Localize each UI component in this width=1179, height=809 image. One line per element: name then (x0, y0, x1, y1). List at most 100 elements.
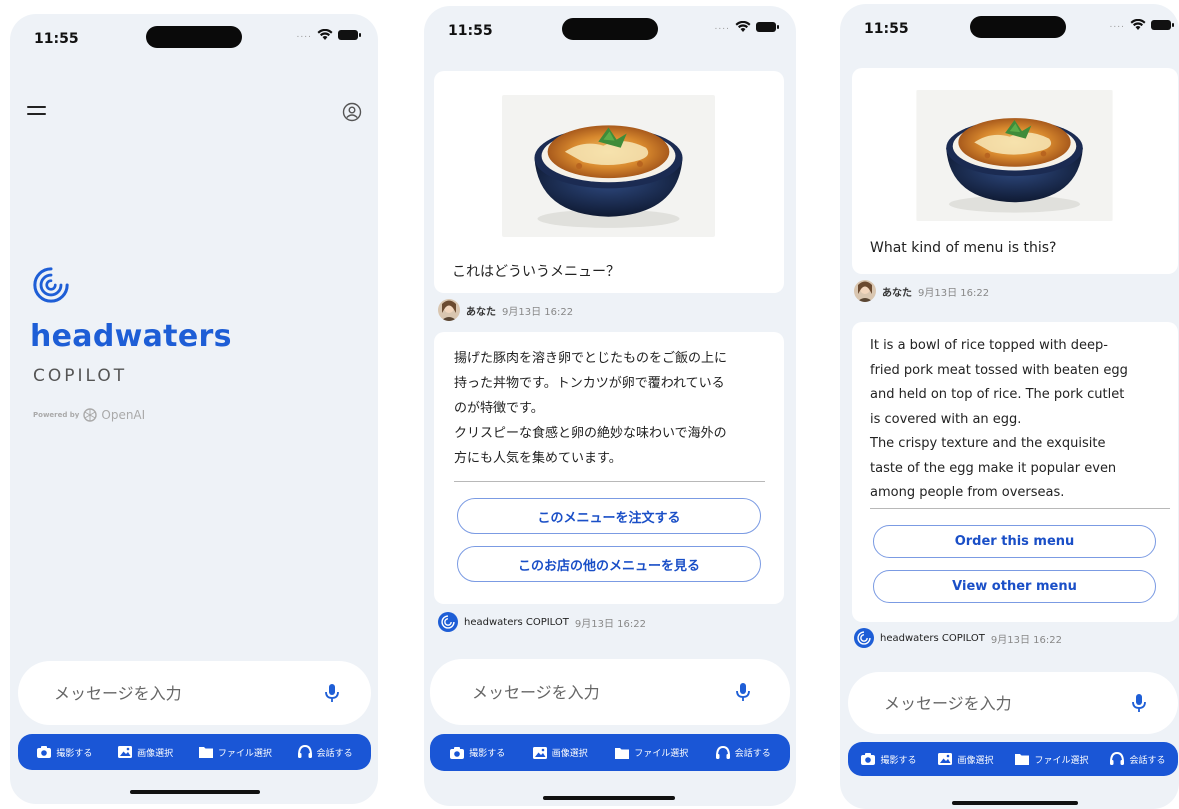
status-icons: .... (1109, 19, 1174, 31)
view-other-menu-button[interactable]: View other menu (873, 570, 1156, 603)
signal-dots: .... (714, 22, 730, 32)
status-bar: 11:55 .... (840, 4, 1179, 54)
headwaters-logo-icon (441, 615, 455, 629)
user-message-card: What kind of menu is this? (852, 68, 1178, 274)
headset-icon (1110, 752, 1125, 765)
status-icons: .... (714, 21, 779, 33)
openai-label: OpenAI (101, 408, 146, 422)
folder-icon (1015, 754, 1030, 765)
dynamic-island (970, 16, 1066, 38)
camera-button-label: 撮影する (56, 748, 93, 759)
home-indicator (130, 790, 260, 794)
phone-screen-home: 11:55 .... headwaters COPILOT Powered by… (10, 14, 378, 804)
user-message-text: これはどういうメニュー？ (452, 264, 620, 280)
action-toolbar: 撮影する 画像選択 ファイル選択 会話する (430, 734, 790, 771)
image-select-button[interactable]: 画像選択 (937, 752, 994, 766)
katsudon-photo[interactable] (916, 90, 1113, 221)
camera-button-label: 撮影する (880, 755, 917, 766)
status-time: 11:55 (864, 21, 909, 37)
camera-button[interactable]: 撮影する (36, 745, 92, 759)
camera-button-label: 撮影する (469, 749, 506, 759)
status-time: 11:55 (34, 31, 79, 47)
message-input[interactable] (472, 682, 734, 702)
dynamic-island (146, 26, 242, 48)
battery-icon (756, 22, 779, 32)
signal-dots: .... (1109, 20, 1125, 30)
file-select-button[interactable]: ファイル選択 (614, 746, 688, 760)
home-indicator (543, 796, 675, 800)
file-select-button-label: ファイル選択 (634, 749, 689, 759)
image-icon (532, 746, 547, 759)
conversation-button[interactable]: 会話する (1109, 752, 1166, 766)
dynamic-island (562, 18, 658, 40)
user-message-time: 9月13日 16:22 (502, 306, 574, 318)
battery-icon (338, 30, 361, 40)
user-name: あなた (882, 287, 912, 299)
image-select-button[interactable]: 画像選択 (117, 745, 173, 759)
conversation-button-label: 会話する (316, 748, 353, 759)
status-icons: .... (296, 29, 361, 41)
camera-icon (861, 753, 876, 765)
answer-divider (870, 508, 1170, 509)
conversation-button-label: 会話する (734, 749, 771, 759)
image-icon (118, 746, 133, 758)
camera-button[interactable]: 撮影する (860, 752, 917, 766)
camera-icon (37, 746, 52, 758)
answer-divider (454, 481, 765, 482)
message-input-bar (430, 659, 790, 725)
bot-avatar (854, 628, 874, 648)
action-toolbar: 撮影する 画像選択 ファイル選択 会話する (848, 742, 1178, 776)
status-bar: 11:55 .... (424, 6, 796, 56)
file-select-button-label: ファイル選択 (1034, 755, 1089, 766)
image-icon (938, 753, 953, 765)
image-select-button-label: 画像選択 (137, 748, 174, 759)
signal-dots: .... (296, 30, 312, 40)
camera-button[interactable]: 撮影する (449, 746, 505, 760)
wifi-icon (1130, 19, 1146, 30)
phone-screen-chat-ja: 11:55 .... これはどういうメニュー？ あなた 9月13日 16:22 … (424, 6, 796, 806)
user-name: あなた (466, 306, 496, 318)
microphone-icon[interactable] (1130, 693, 1148, 713)
user-avatar (438, 299, 460, 321)
conversation-button[interactable]: 会話する (297, 745, 353, 759)
file-select-button[interactable]: ファイル選択 (1014, 752, 1089, 766)
order-menu-button[interactable]: このメニューを注文する (457, 498, 761, 534)
view-other-menu-button[interactable]: このお店の他のメニューを見る (457, 546, 761, 582)
home-indicator (952, 801, 1078, 805)
order-menu-button[interactable]: Order this menu (873, 525, 1156, 558)
bot-name: headwaters COPILOT (464, 616, 569, 628)
status-time: 11:55 (448, 23, 493, 39)
message-input[interactable] (884, 693, 1130, 713)
bot-name: headwaters COPILOT (880, 632, 985, 644)
bot-answer-card: 揚げた豚肉を溶き卵でとじたものをご飯の上に 持った丼物です。トンカツが卵で覆われ… (434, 332, 784, 604)
hamburger-menu-icon[interactable] (27, 106, 46, 118)
user-avatar (854, 280, 876, 302)
bot-answer-text: 揚げた豚肉を溶き卵でとじたものをご飯の上に 持った丼物です。トンカツが卵で覆われ… (454, 351, 728, 466)
powered-by-label: Powered by (33, 411, 80, 419)
status-bar: 11:55 .... (10, 14, 378, 64)
file-select-button[interactable]: ファイル選択 (198, 745, 272, 759)
bot-message-meta: headwaters COPILOT 9月13日 16:22 (854, 628, 1062, 648)
conversation-button[interactable]: 会話する (715, 745, 771, 760)
microphone-icon[interactable] (734, 682, 752, 702)
file-select-button-label: ファイル選択 (217, 748, 272, 759)
battery-icon (1151, 20, 1174, 30)
user-message-time: 9月13日 16:22 (918, 287, 990, 299)
bot-answer-text: It is a bowl of rice topped with deep- f… (870, 338, 1128, 500)
message-input[interactable] (54, 683, 323, 703)
conversation-button-label: 会話する (1129, 755, 1166, 766)
user-message-card: これはどういうメニュー？ (434, 71, 784, 293)
wifi-icon (317, 29, 333, 40)
user-profile-icon[interactable] (342, 102, 362, 122)
brand-subtitle: COPILOT (33, 366, 128, 386)
camera-icon (450, 746, 465, 759)
microphone-icon[interactable] (323, 683, 341, 703)
openai-logo-icon (83, 408, 98, 422)
message-input-bar (18, 661, 371, 725)
bot-message-time: 9月13日 16:22 (990, 634, 1062, 646)
headset-icon (715, 745, 730, 759)
wifi-icon (735, 21, 751, 32)
image-select-button[interactable]: 画像選択 (532, 746, 588, 760)
katsudon-photo[interactable] (502, 95, 715, 237)
headwaters-logo-icon (33, 267, 69, 303)
